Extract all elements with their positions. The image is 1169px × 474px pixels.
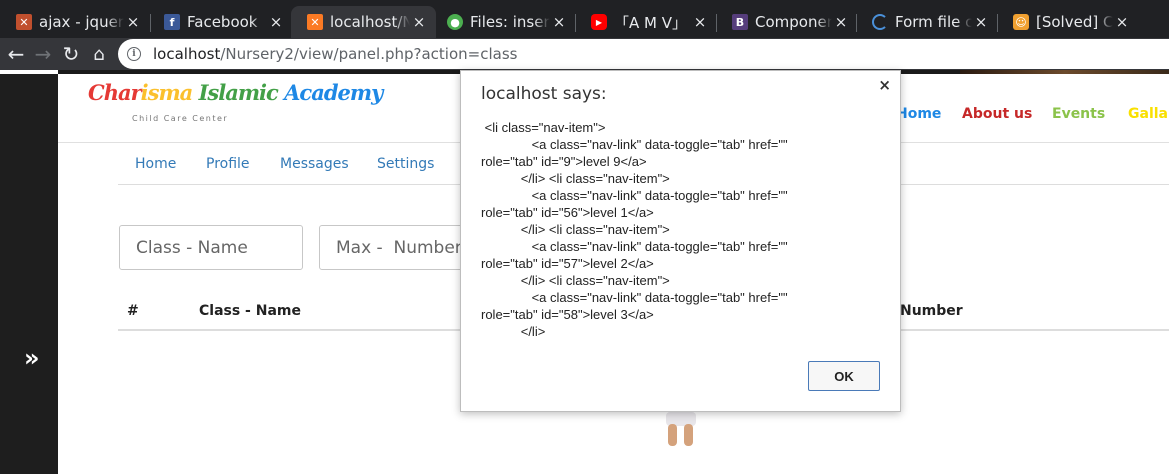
back-arrow-icon[interactable]: ← <box>3 41 29 67</box>
close-icon[interactable]: × <box>832 13 850 31</box>
tab-title: Component <box>755 13 832 31</box>
browser-tab[interactable]: ▶ 「A M V」 × <box>575 6 717 38</box>
message-line: </li> <li class="nav-item"> <box>481 222 670 237</box>
logo-text: Charisma Islamic Academy <box>88 80 383 105</box>
info-icon[interactable]: i <box>127 47 141 61</box>
tab-profile[interactable]: Profile <box>206 156 250 172</box>
tab-title: Form file co <box>895 13 972 31</box>
tab-title: Facebook <box>187 13 258 31</box>
message-line: <a class="nav-link" data-toggle="tab" hr… <box>481 137 788 152</box>
sidebar-toggle-icon[interactable]: » <box>24 344 39 372</box>
close-icon[interactable]: × <box>1113 13 1131 31</box>
message-line: <a class="nav-link" data-toggle="tab" hr… <box>481 290 788 305</box>
tab-settings[interactable]: Settings <box>377 156 434 172</box>
browser-toolbar: ← → ↻ ⌂ i localhost /Nursery2/view/panel… <box>0 38 1169 70</box>
xampp-icon: ✕ <box>16 14 32 30</box>
youtube-icon: ▶ <box>591 14 607 30</box>
url-host: localhost <box>153 45 221 63</box>
column-header-index: # <box>127 303 139 319</box>
alert-dialog: localhost says: × <li class="nav-item"> … <box>460 70 901 412</box>
browser-tab[interactable]: ● Files: insert × <box>431 6 576 38</box>
message-line: role="tab" id="9">level 9</a> <box>481 154 647 169</box>
logo-text-part: Char <box>88 80 142 105</box>
message-line: </li> <box>481 324 546 339</box>
tab-title: Files: insert <box>470 13 550 31</box>
address-bar[interactable]: i localhost /Nursery2/view/panel.php?act… <box>118 39 1169 69</box>
logo-text-part: Academy <box>284 80 383 105</box>
nav-events-link[interactable]: Events <box>1052 106 1105 122</box>
close-icon[interactable]: × <box>124 13 142 31</box>
bootstrap-icon: B <box>732 14 748 30</box>
ok-button[interactable]: OK <box>808 361 880 391</box>
chrome-icon: ● <box>447 14 463 30</box>
xampp-icon: ✕ <box>307 14 323 30</box>
academy-logo[interactable]: Charisma Islamic Academy Child Care Cent… <box>88 80 383 130</box>
tab-title: [Solved] Ca <box>1036 13 1113 31</box>
message-line: </li> <li class="nav-item"> <box>481 273 670 288</box>
nav-home-link[interactable]: Home <box>896 106 941 122</box>
browser-tab[interactable]: B Component × <box>716 6 858 38</box>
nav-gallery-link[interactable]: Gallar <box>1128 106 1169 122</box>
loading-icon <box>872 14 888 30</box>
codeproject-icon: ☺ <box>1013 14 1029 30</box>
url-path: /Nursery2/view/panel.php?action=class <box>220 45 518 63</box>
message-line: role="tab" id="56">level 1</a> <box>481 205 654 220</box>
tab-messages[interactable]: Messages <box>280 156 349 172</box>
message-line: <li class="nav-item"> <box>481 120 606 135</box>
logo-text-part: isma <box>140 80 199 105</box>
tab-home[interactable]: Home <box>135 156 176 172</box>
logo-subtitle: Child Care Center <box>132 114 229 123</box>
dialog-message: <li class="nav-item"> <a class="nav-link… <box>481 119 891 340</box>
forward-arrow-icon[interactable]: → <box>30 41 56 67</box>
child-figure-image <box>658 412 704 448</box>
dialog-title: localhost says: <box>481 84 607 104</box>
sidebar-rail: » <box>0 74 58 474</box>
message-line: <a class="nav-link" data-toggle="tab" hr… <box>481 188 788 203</box>
close-icon[interactable]: × <box>878 76 891 94</box>
home-icon[interactable]: ⌂ <box>86 41 112 67</box>
class-name-input[interactable] <box>119 225 303 270</box>
browser-tab[interactable]: ☺ [Solved] Ca × <box>997 6 1139 38</box>
figure-leg <box>668 424 677 446</box>
figure-leg <box>684 424 693 446</box>
message-line: role="tab" id="58">level 3</a> <box>481 307 654 322</box>
close-icon[interactable]: × <box>410 13 428 31</box>
close-icon[interactable]: × <box>972 13 990 31</box>
logo-text-part: Islamic <box>198 80 285 105</box>
tab-title: ajax - jquery <box>39 13 124 31</box>
column-header-number: Number <box>900 303 963 319</box>
message-line: role="tab" id="57">level 2</a> <box>481 256 654 271</box>
close-icon[interactable]: × <box>550 13 568 31</box>
message-line: <a class="nav-link" data-toggle="tab" hr… <box>481 239 788 254</box>
facebook-icon: f <box>164 14 180 30</box>
browser-tab[interactable]: Form file co × <box>856 6 998 38</box>
column-header-class-name: Class - Name <box>199 303 301 319</box>
close-icon[interactable]: × <box>691 13 709 31</box>
browser-tab[interactable]: f Facebook × <box>148 6 293 38</box>
tab-title: 「A M V」 <box>614 13 688 32</box>
reload-icon[interactable]: ↻ <box>58 41 84 67</box>
browser-tab[interactable]: ✕ ajax - jquery × <box>0 6 150 38</box>
nav-about-link[interactable]: About us <box>962 106 1032 122</box>
message-line: </li> <li class="nav-item"> <box>481 171 670 186</box>
browser-tab-strip: ✕ ajax - jquery × f Facebook × ✕ localho… <box>0 0 1169 38</box>
tab-title: localhost/N <box>330 13 410 31</box>
close-icon[interactable]: × <box>267 13 285 31</box>
browser-tab-active[interactable]: ✕ localhost/N × <box>291 6 436 38</box>
